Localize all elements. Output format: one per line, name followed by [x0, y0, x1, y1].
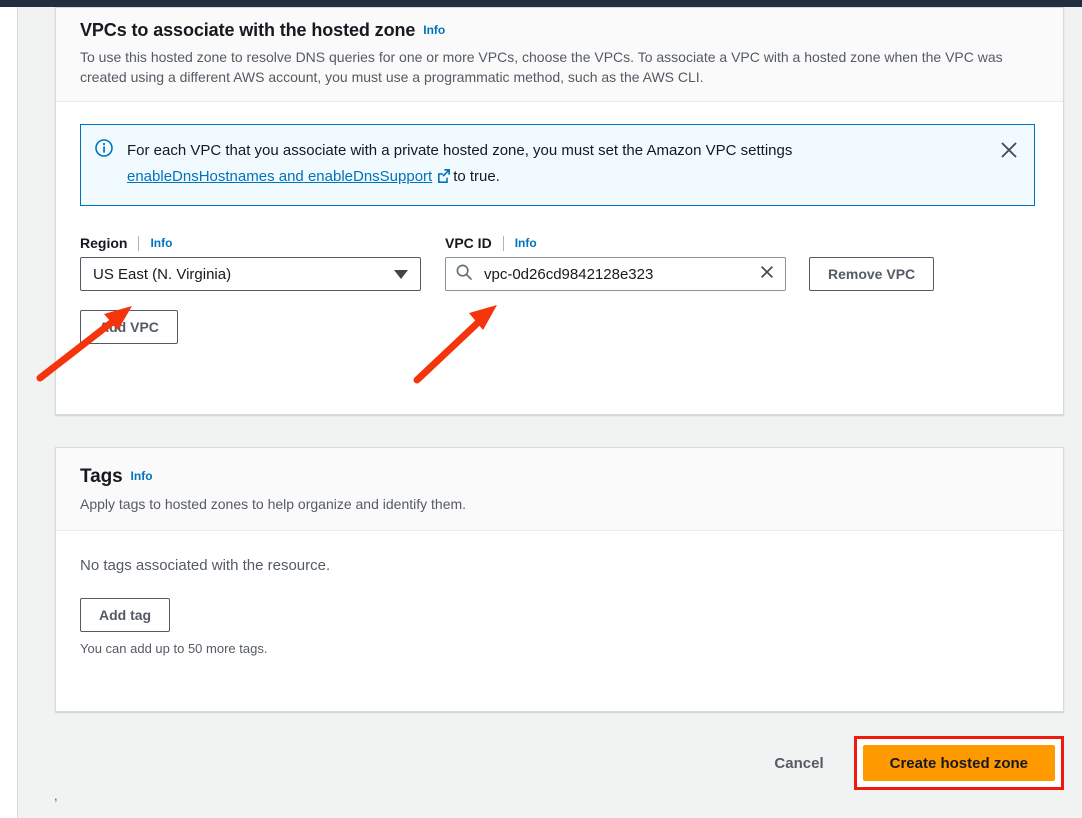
dns-settings-alert: For each VPC that you associate with a p… [80, 124, 1035, 206]
alert-text-after: to true. [453, 168, 500, 185]
left-gutter [0, 7, 18, 818]
create-button-highlight: Create hosted zone [853, 736, 1064, 790]
main-content: VPCs to associate with the hosted zone In… [55, 7, 1082, 818]
tags-empty-text: No tags associated with the resource. [80, 557, 331, 574]
vpc-id-label: VPC ID [445, 235, 492, 251]
add-vpc-row: Add VPC [80, 310, 1039, 344]
tags-panel-body: No tags associated with the resource. Ad… [56, 531, 1063, 680]
close-icon[interactable] [998, 139, 1020, 161]
info-link-vpc-id[interactable]: Info [515, 236, 537, 250]
info-circle-icon [95, 139, 113, 157]
page-title: VPCs to associate with the hosted zone [80, 20, 416, 40]
create-hosted-zone-button[interactable]: Create hosted zone [862, 745, 1055, 781]
label-divider [502, 235, 504, 251]
dns-settings-link[interactable]: enableDnsHostnames and enableDnsSupport [127, 168, 432, 185]
external-link-icon[interactable] [436, 166, 451, 192]
clear-icon[interactable] [758, 263, 776, 286]
vpc-panel-body: For each VPC that you associate with a p… [56, 102, 1063, 368]
add-tag-button[interactable]: Add tag [80, 598, 171, 632]
form-actions: Cancel Create hosted zone [55, 735, 1064, 791]
info-link-region[interactable]: Info [150, 236, 172, 250]
region-label: Region [80, 235, 128, 251]
tags-limit-hint: You can add up to 50 more tags. [80, 641, 268, 656]
region-field: Region Info US East (N. Virginia) [80, 234, 421, 291]
search-icon [455, 263, 473, 286]
vpc-id-field: VPC ID Info vpc-0d26cd9842128e323 [445, 234, 786, 291]
chevron-down-icon [394, 269, 408, 279]
remove-vpc-field: Remove VPC [809, 257, 935, 291]
vpc-panel-description: To use this hosted zone to resolve DNS q… [80, 49, 1003, 85]
tags-title: Tags [80, 466, 123, 487]
tags-panel-header: Tags Info Apply tags to hosted zones to h… [56, 448, 1063, 531]
tags-panel: Tags Info Apply tags to hosted zones to h… [55, 447, 1064, 712]
info-link-tags[interactable]: Info [131, 469, 153, 483]
region-dropdown[interactable]: US East (N. Virginia) [80, 257, 421, 291]
alert-text: For each VPC that you associate with a p… [127, 138, 988, 192]
vpc-panel-header: VPCs to associate with the hosted zone In… [56, 8, 1063, 102]
left-background-strip [19, 7, 55, 818]
region-label-group: Region Info [80, 234, 421, 252]
region-selected-value: US East (N. Virginia) [93, 265, 232, 283]
stray-mark: , [54, 788, 58, 803]
vpc-association-panel: VPCs to associate with the hosted zone In… [55, 7, 1064, 415]
remove-vpc-button[interactable]: Remove VPC [809, 257, 935, 291]
label-divider [138, 235, 140, 251]
vpc-id-value: vpc-0d26cd9842128e323 [484, 265, 654, 283]
vpc-entry-row: Region Info US East (N. Virginia) VPC ID… [80, 234, 1039, 291]
tags-panel-description: Apply tags to hosted zones to help organ… [80, 496, 467, 512]
vpc-id-label-group: VPC ID Info [445, 234, 786, 252]
info-link-vpc-section[interactable]: Info [423, 23, 445, 37]
cancel-button[interactable]: Cancel [760, 747, 837, 780]
vpc-id-input[interactable]: vpc-0d26cd9842128e323 [445, 257, 786, 291]
browser-top-chrome [0, 0, 1082, 7]
add-vpc-button[interactable]: Add VPC [80, 310, 178, 344]
alert-text-before: For each VPC that you associate with a p… [127, 142, 793, 159]
